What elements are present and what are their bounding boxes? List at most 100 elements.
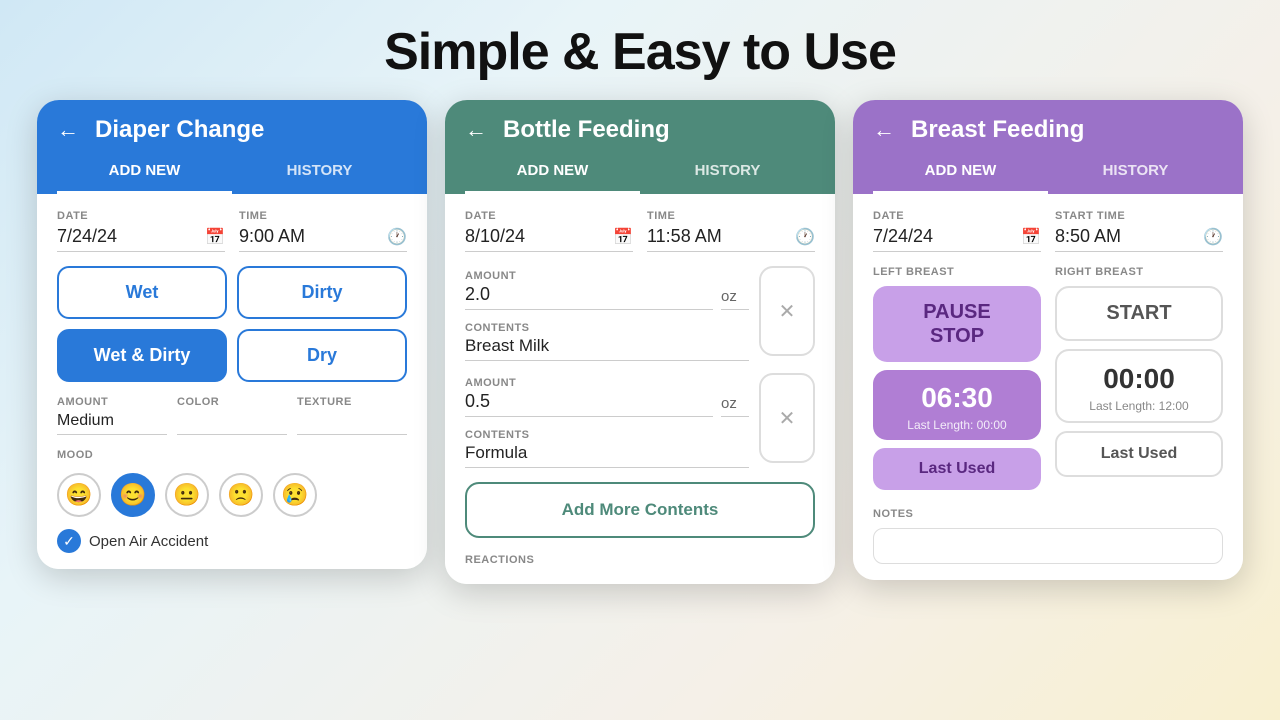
breast-tab-history[interactable]: HISTORY: [1048, 154, 1223, 194]
bottle-amount1-value[interactable]: 2.0: [465, 284, 713, 310]
diaper-amount-label: AMOUNT: [57, 396, 167, 408]
diaper-time-value[interactable]: 9:00 AM 🕐: [239, 226, 407, 252]
bottle-date-label: DATE: [465, 210, 633, 222]
mood-cry[interactable]: 😢: [273, 473, 317, 517]
mood-laughing[interactable]: 😄: [57, 473, 101, 517]
diaper-tab-history[interactable]: HISTORY: [232, 154, 407, 194]
bottle-date-value[interactable]: 8/10/24 📅: [465, 226, 633, 252]
diaper-color-label: COLOR: [177, 396, 287, 408]
bottle-amount2-value[interactable]: 0.5: [465, 391, 713, 417]
bottle-card-header: ← Bottle Feeding: [445, 100, 835, 144]
left-breast-col: LEFT BREAST PAUSESTOP 06:30 Last Length:…: [873, 266, 1041, 490]
start-btn[interactable]: START: [1055, 286, 1223, 341]
diaper-amount-value[interactable]: Medium: [57, 412, 167, 435]
breast-notes-input[interactable]: [873, 528, 1223, 564]
diaper-time-label: TIME: [239, 210, 407, 222]
left-last-used-btn[interactable]: Last Used: [873, 448, 1041, 490]
breast-card-tabs: ADD NEW HISTORY: [853, 144, 1243, 194]
bottle-tab-history[interactable]: HISTORY: [640, 154, 815, 194]
breast-back-arrow[interactable]: ←: [873, 117, 895, 143]
diaper-mood-row: 😄 😊 😐 🙁 😢: [57, 473, 407, 517]
diaper-texture-label: TEXTURE: [297, 396, 407, 408]
breast-controls-section: LEFT BREAST PAUSESTOP 06:30 Last Length:…: [873, 266, 1223, 490]
bottle-back-arrow[interactable]: ←: [465, 117, 487, 143]
bottle-time-field: TIME 11:58 AM 🕐: [647, 210, 815, 252]
breast-calendar-icon: 📅: [1021, 227, 1041, 247]
bottle-content-2: AMOUNT 0.5 oz CONTENTS Formula ✕: [465, 373, 815, 468]
bottle-amount2-value-row: 0.5 oz: [465, 391, 749, 417]
bottle-tab-add-new[interactable]: ADD NEW: [465, 154, 640, 194]
diaper-amount-color-texture: AMOUNT Medium COLOR TEXTURE: [57, 396, 407, 435]
diaper-open-air-row: ✓ Open Air Accident: [57, 529, 407, 553]
diaper-dry-btn[interactable]: Dry: [237, 329, 407, 382]
breast-notes-label: NOTES: [873, 508, 913, 520]
diaper-clock-icon: 🕐: [387, 227, 407, 247]
mood-sad[interactable]: 🙁: [219, 473, 263, 517]
bottle-amount2-label: AMOUNT: [465, 377, 516, 389]
bottle-content-1-fields: AMOUNT 2.0 oz CONTENTS Breast Milk: [465, 266, 749, 361]
bottle-card-title: Bottle Feeding: [503, 116, 670, 144]
left-session-last: Last Length: 00:00: [883, 418, 1031, 432]
bottle-contents2-label: CONTENTS: [465, 429, 530, 441]
diaper-card-header: ← Diaper Change: [37, 100, 427, 144]
diaper-wet-btn[interactable]: Wet: [57, 266, 227, 319]
breast-card-title: Breast Feeding: [911, 116, 1084, 144]
right-breast-label: RIGHT BREAST: [1055, 266, 1223, 278]
diaper-time-field: TIME 9:00 AM 🕐: [239, 210, 407, 252]
bottle-contents1-row: CONTENTS Breast Milk: [465, 318, 749, 361]
breast-tab-add-new[interactable]: ADD NEW: [873, 154, 1048, 194]
right-last-used-btn[interactable]: Last Used: [1055, 431, 1223, 477]
bottle-contents2-row: CONTENTS Formula: [465, 425, 749, 468]
diaper-date-value[interactable]: 7/24/24 📅: [57, 226, 225, 252]
mood-happy[interactable]: 😊: [111, 473, 155, 517]
bottle-date-time-group: DATE 8/10/24 📅 TIME 11:58 AM 🕐: [465, 210, 815, 252]
diaper-amount-field: AMOUNT Medium: [57, 396, 167, 435]
breast-feeding-card: ← Breast Feeding ADD NEW HISTORY DATE 7/…: [853, 100, 1243, 580]
left-breast-label: LEFT BREAST: [873, 266, 1041, 278]
bottle-content-1: AMOUNT 2.0 oz CONTENTS Breast Milk ✕: [465, 266, 815, 361]
bottle-calendar-icon: 📅: [613, 227, 633, 247]
diaper-texture-value[interactable]: [297, 412, 407, 435]
bottle-content-2-fields: AMOUNT 0.5 oz CONTENTS Formula: [465, 373, 749, 468]
diaper-texture-field: TEXTURE: [297, 396, 407, 435]
breast-clock-icon: 🕐: [1203, 227, 1223, 247]
breast-date-field: DATE 7/24/24 📅: [873, 210, 1041, 252]
bottle-card-tabs: ADD NEW HISTORY: [445, 144, 835, 194]
bottle-contents1-value[interactable]: Breast Milk: [465, 336, 749, 361]
left-session-block: 06:30 Last Length: 00:00: [873, 370, 1041, 440]
diaper-mood-label: MOOD: [57, 449, 93, 461]
open-air-check[interactable]: ✓: [57, 529, 81, 553]
bottle-card-body: DATE 8/10/24 📅 TIME 11:58 AM 🕐: [445, 194, 835, 584]
diaper-wet-dirty-btn[interactable]: Wet & Dirty: [57, 329, 227, 382]
bottle-amount1-label: AMOUNT: [465, 270, 516, 282]
diaper-back-arrow[interactable]: ←: [57, 117, 79, 143]
bottle-amount1-unit: oz: [721, 288, 749, 310]
right-session-last: Last Length: 12:00: [1067, 399, 1211, 413]
bottle-contents2-value[interactable]: Formula: [465, 443, 749, 468]
bottle-clock-icon: 🕐: [795, 227, 815, 247]
page-title: Simple & Easy to Use: [0, 0, 1280, 100]
diaper-dirty-btn[interactable]: Dirty: [237, 266, 407, 319]
diaper-color-value[interactable]: [177, 412, 287, 435]
bottle-remove-1-icon: ✕: [779, 299, 796, 324]
breast-card-header: ← Breast Feeding: [853, 100, 1243, 144]
bottle-time-value[interactable]: 11:58 AM 🕐: [647, 226, 815, 252]
bottle-amount2-row: AMOUNT 0.5 oz: [465, 373, 749, 417]
bottle-amount2-unit: oz: [721, 395, 749, 417]
bottle-amount1-value-row: 2.0 oz: [465, 284, 749, 310]
bottle-remove-2-btn[interactable]: ✕: [759, 373, 815, 463]
diaper-card-title: Diaper Change: [95, 116, 264, 144]
breast-start-time-value[interactable]: 8:50 AM 🕐: [1055, 226, 1223, 252]
bottle-reactions-section: REACTIONS: [465, 550, 815, 568]
bottle-date-field: DATE 8/10/24 📅: [465, 210, 633, 252]
bottle-amount1-row: AMOUNT 2.0 oz: [465, 266, 749, 310]
mood-neutral[interactable]: 😐: [165, 473, 209, 517]
left-session-time: 06:30: [883, 382, 1031, 414]
diaper-date-field: DATE 7/24/24 📅: [57, 210, 225, 252]
breast-date-value[interactable]: 7/24/24 📅: [873, 226, 1041, 252]
pause-stop-btn[interactable]: PAUSESTOP: [873, 286, 1041, 362]
add-more-contents-btn[interactable]: Add More Contents: [465, 482, 815, 538]
bottle-remove-1-btn[interactable]: ✕: [759, 266, 815, 356]
bottle-remove-2-icon: ✕: [779, 406, 796, 431]
diaper-tab-add-new[interactable]: ADD NEW: [57, 154, 232, 194]
